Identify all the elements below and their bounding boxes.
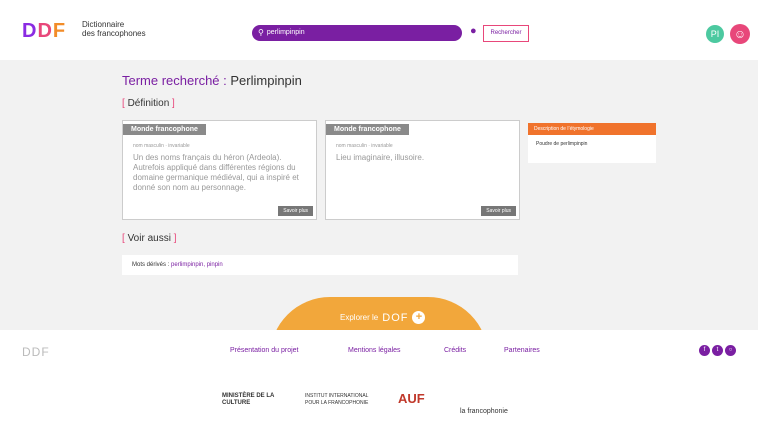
definition-card: Monde francophone nom masculin · invaria…	[325, 120, 520, 220]
see-also-heading: [ Voir aussi ]	[122, 233, 177, 244]
more-button[interactable]: Savoir plus	[278, 206, 313, 216]
partner-ministere-culture[interactable]: MINISTÈRE DE LA CULTURE	[222, 393, 292, 407]
etymology-item[interactable]: Poudre de perlimpinpin	[528, 135, 656, 153]
etymology-box: Description de l’étymologie Poudre de pe…	[528, 123, 656, 163]
search-input[interactable]: ⚲ perlimpinpin	[252, 25, 462, 41]
twitter-icon[interactable]: t	[712, 345, 723, 356]
etymology-heading: Description de l’étymologie	[528, 123, 656, 135]
footer-link-legal[interactable]: Mentions légales	[348, 347, 401, 354]
footer-link-credits[interactable]: Crédits	[444, 347, 466, 354]
footer-link-partners[interactable]: Partenaires	[504, 347, 540, 354]
search-icon: ⚲	[258, 28, 264, 37]
more-button[interactable]: Savoir plus	[481, 206, 516, 216]
partner-institut[interactable]: INSTITUT INTERNATIONAL POUR LA FRANCOPHO…	[305, 393, 375, 407]
grammar-meta: nom masculin · invariable	[336, 143, 393, 149]
user-avatar[interactable]: PI	[706, 25, 724, 43]
plus-icon: +	[412, 311, 426, 324]
grammar-meta: nom masculin · invariable	[133, 143, 190, 149]
page-title: Terme recherché : Perlimpinpin	[122, 73, 302, 88]
definition-text: Un des noms français du héron (Ardeola).…	[133, 153, 299, 192]
definition-heading: [ Définition ]	[122, 98, 175, 109]
ddf-logo[interactable]: DDF	[22, 20, 66, 43]
partner-auf[interactable]: AUF	[398, 392, 425, 405]
logo-text: Dictionnaire des francophones	[82, 20, 146, 38]
derived-words-row: Mots dérivés : perlimpinpin, pinpin	[122, 255, 518, 275]
search-button[interactable]: Rechercher	[483, 25, 529, 42]
partner-francophonie[interactable]: la francophonie	[460, 408, 508, 415]
explore-dof-button[interactable]: Explorer le DOF +	[340, 311, 426, 324]
derived-words-link[interactable]: perlimpinpin, pinpin	[171, 262, 223, 268]
location-pin-icon[interactable]: ●	[470, 25, 480, 39]
definition-card: Monde francophone nom masculin · invaria…	[122, 120, 317, 220]
footer-logo[interactable]: DDF	[22, 345, 50, 359]
zone-badge: Monde francophone	[326, 124, 409, 135]
facebook-icon[interactable]: f	[699, 345, 710, 356]
smile-icon[interactable]: ☺	[730, 24, 750, 44]
instagram-icon[interactable]: ○	[725, 345, 736, 356]
zone-badge: Monde francophone	[123, 124, 206, 135]
footer-link-presentation[interactable]: Présentation du projet	[230, 347, 299, 354]
definition-text: Lieu imaginaire, illusoire.	[336, 153, 425, 162]
